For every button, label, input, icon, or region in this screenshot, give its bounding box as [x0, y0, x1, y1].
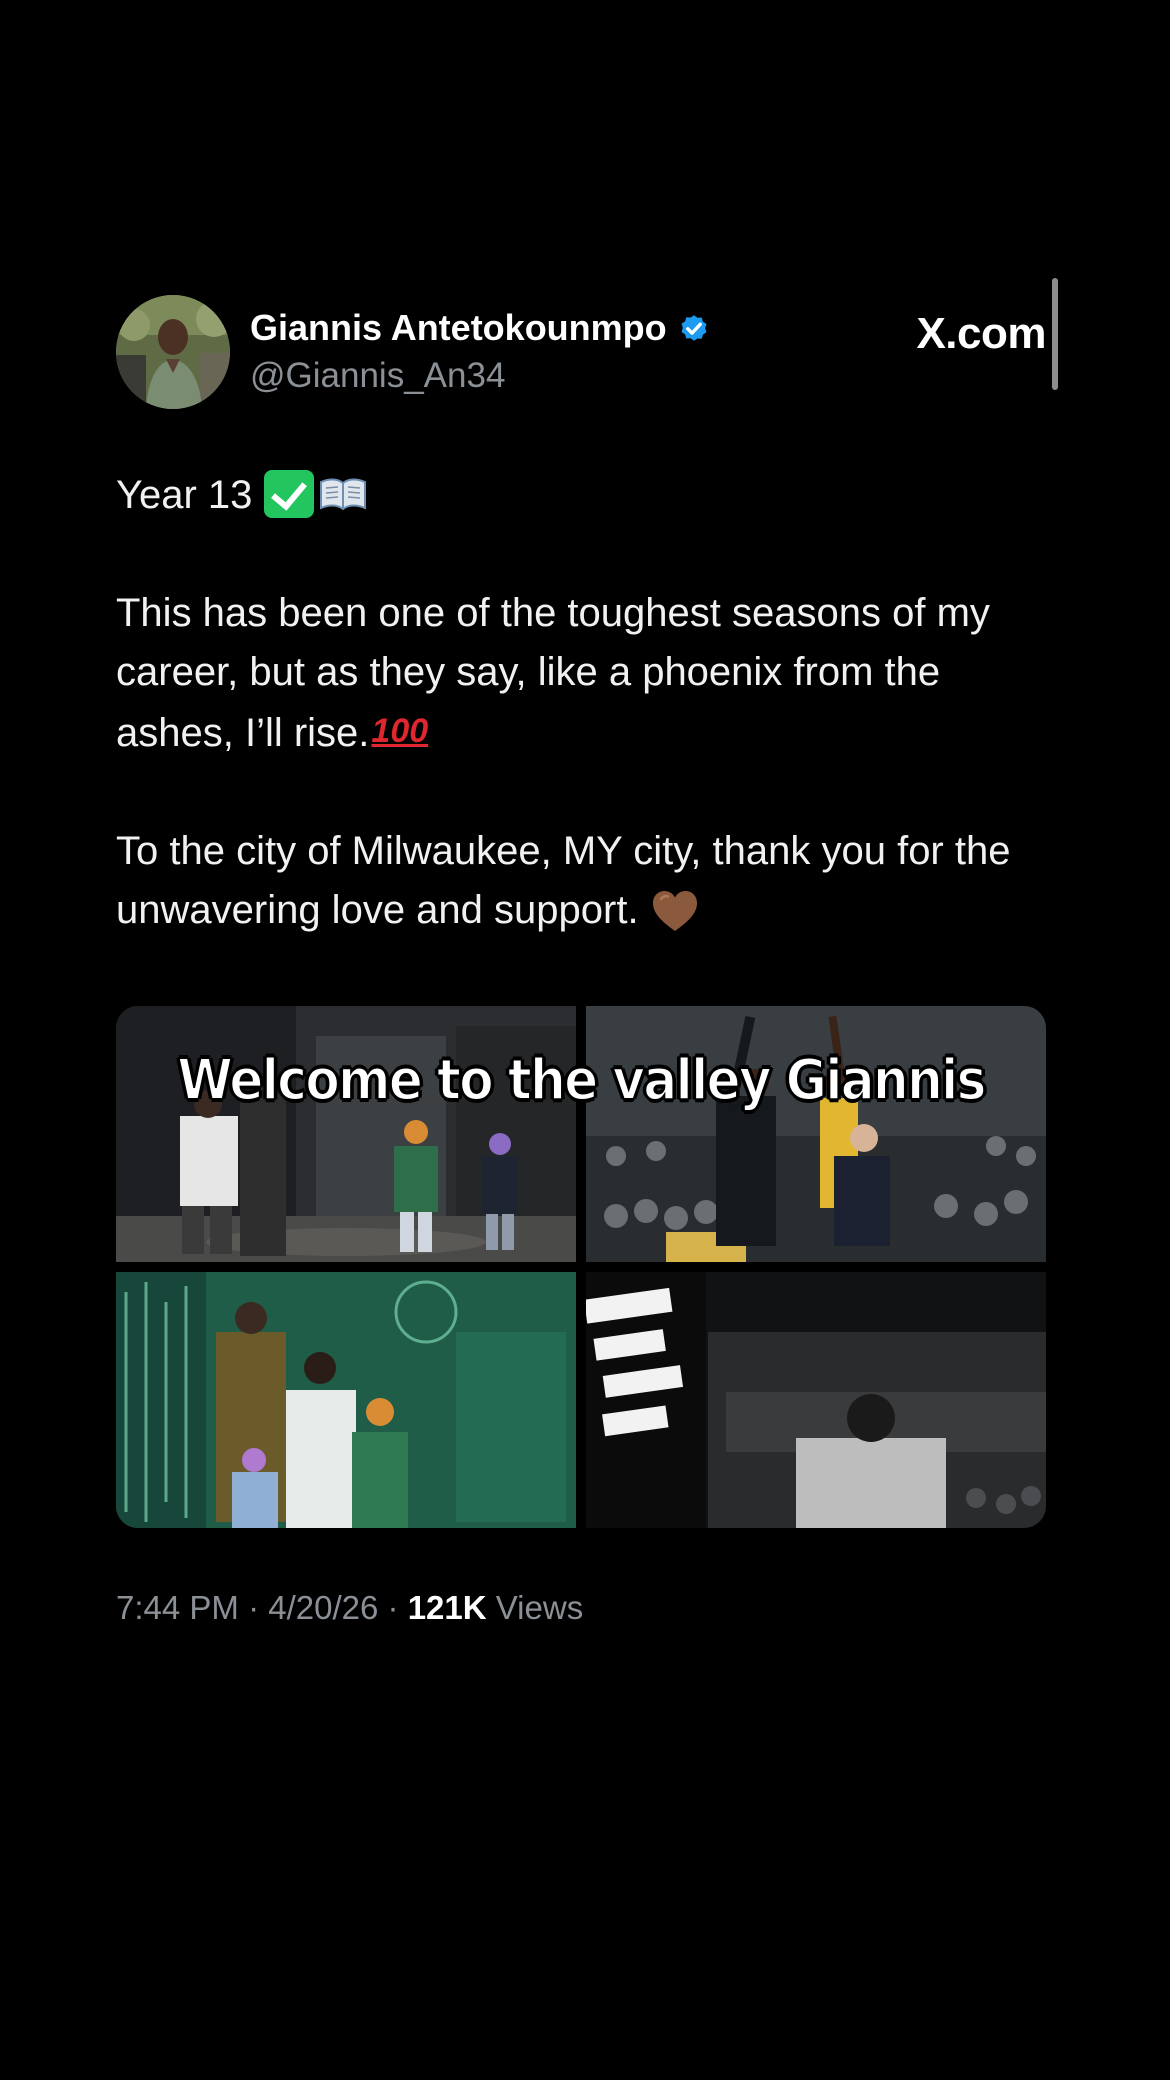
media-image-2[interactable] [586, 1006, 1046, 1262]
media-overlay-caption: Welcome to the valley Giannis [176, 1047, 987, 1114]
author-display-name[interactable]: Giannis Antetokounmpo [250, 306, 667, 350]
fan-wall-photo [116, 1272, 576, 1528]
tweet-paragraph-text: Year 13 [116, 473, 253, 517]
tweet-text: Year 13 This has been one of the toughes… [116, 466, 1046, 940]
author-info: Giannis Antetokounmpo @Giannis_An34 [250, 306, 711, 398]
views-label: Views [495, 1589, 584, 1626]
scroll-indicator [1052, 278, 1058, 390]
tweet-meta: 7:44 PM · 4/20/26 · 121K Views [116, 1586, 1046, 1630]
media-image-1[interactable] [116, 1006, 576, 1262]
avatar-photo [116, 295, 230, 409]
post-date[interactable]: 4/20/26 [268, 1589, 378, 1626]
brand-label: X.com [916, 309, 1046, 358]
author-name-row[interactable]: Giannis Antetokounmpo [250, 306, 711, 350]
hundred-points-emoji-icon: 100 [371, 712, 429, 750]
bucks-fans-photo [586, 1272, 1046, 1528]
open-book-emoji-icon [320, 478, 367, 511]
tweet-paragraph-text: This has been one of the toughest season… [116, 591, 990, 755]
tweet-paragraph-2: This has been one of the toughest season… [116, 584, 1046, 763]
tweet-header: Giannis Antetokounmpo @Giannis_An34 X.co… [116, 278, 1058, 410]
tweet-paragraph-1: Year 13 [116, 466, 1046, 525]
meta-separator: · [248, 1589, 260, 1626]
tweet-card: Giannis Antetokounmpo @Giannis_An34 X.co… [116, 278, 1058, 1630]
brown-heart-emoji-icon [652, 891, 697, 931]
avatar[interactable] [116, 295, 230, 409]
media-grid[interactable]: Welcome to the valley Giannis [116, 1006, 1046, 1528]
brand-watermark: X.com [916, 306, 1046, 362]
tweet-paragraph-text: To the city of Milwaukee, MY city, thank… [116, 829, 1011, 932]
meta-separator: · [387, 1589, 399, 1626]
media-image-4[interactable] [586, 1272, 1046, 1528]
check-mark-emoji-icon [264, 470, 315, 518]
tweet-paragraph-3: To the city of Milwaukee, MY city, thank… [116, 822, 1046, 940]
game-dunk-photo [586, 1006, 1046, 1262]
arena-tunnel-photo [116, 1006, 576, 1262]
author-handle[interactable]: @Giannis_An34 [250, 354, 711, 398]
media-image-3[interactable] [116, 1272, 576, 1528]
views-count: 121K [407, 1589, 487, 1626]
verified-badge-icon [681, 315, 707, 341]
post-time[interactable]: 7:44 PM [116, 1589, 239, 1626]
